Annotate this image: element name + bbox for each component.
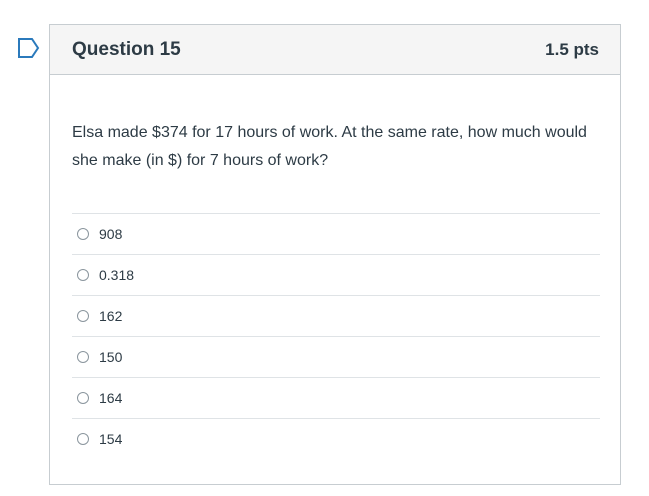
radio-button[interactable] [77,269,89,281]
answer-label: 154 [99,431,123,447]
question-card: Question 15 1.5 pts Elsa made $374 for 1… [49,24,621,485]
answer-label: 164 [99,390,123,406]
question-text: Elsa made $374 for 17 hours of work. At … [72,124,587,169]
question-title: Question 15 [72,38,181,60]
answer-option[interactable]: 0.318 [72,254,600,295]
answer-option[interactable]: 164 [72,377,600,418]
radio-button[interactable] [77,351,89,363]
answer-label: 150 [99,349,123,365]
radio-button[interactable] [77,392,89,404]
answer-list: 908 0.318 162 150 164 154 [72,213,600,459]
answer-label: 0.318 [99,267,135,283]
question-points: 1.5 pts [545,39,599,59]
answer-option[interactable]: 162 [72,295,600,336]
radio-button[interactable] [77,310,89,322]
answer-option[interactable]: 150 [72,336,600,377]
radio-button[interactable] [77,433,89,445]
question-header: Question 15 1.5 pts [50,25,620,75]
radio-button[interactable] [77,228,89,240]
answer-option[interactable]: 908 [72,213,600,254]
answer-label: 908 [99,226,123,242]
answer-option[interactable]: 154 [72,418,600,459]
flag-question-icon[interactable] [17,37,41,59]
answer-label: 162 [99,308,123,324]
